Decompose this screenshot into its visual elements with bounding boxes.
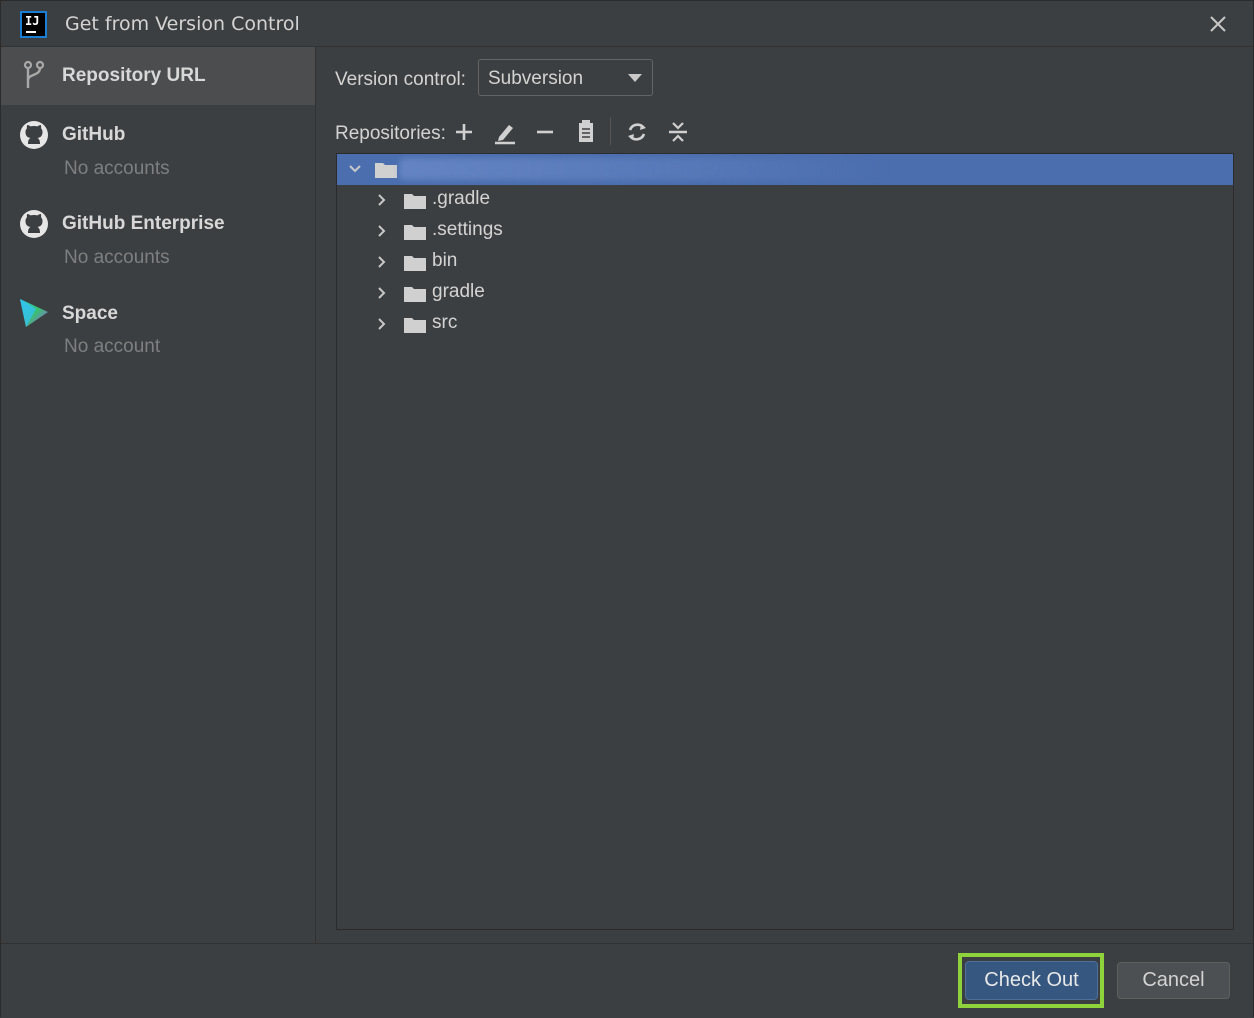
github-icon <box>18 119 50 151</box>
version-control-value: Subversion <box>488 68 584 89</box>
folder-icon <box>404 285 426 302</box>
sidebar-item-repository-url[interactable]: Repository URL <box>1 47 315 105</box>
repositories-label: Repositories: <box>335 123 446 144</box>
version-control-label: Version control: <box>335 69 466 90</box>
sidebar-item-github-enterprise[interactable]: GitHub Enterprise No accounts <box>1 195 315 281</box>
tree-row[interactable]: .gradle <box>337 185 1233 216</box>
sidebar-item-sublabel: No account <box>64 336 161 357</box>
close-icon[interactable] <box>1205 11 1231 37</box>
chevron-right-icon[interactable] <box>374 223 390 239</box>
add-icon[interactable] <box>449 117 479 147</box>
chevron-down-icon[interactable] <box>347 161 363 177</box>
dialog-button-bar: Check Out Cancel <box>1 943 1253 1018</box>
tree-row[interactable]: gradle <box>337 278 1233 309</box>
clipboard-icon[interactable] <box>571 117 601 147</box>
blurred-repository-url <box>399 158 889 180</box>
folder-icon <box>404 316 426 333</box>
title-bar: IJ Get from Version Control <box>1 1 1253 47</box>
space-icon <box>18 297 50 329</box>
remove-icon[interactable] <box>530 117 560 147</box>
sidebar-item-label: Repository URL <box>62 65 206 86</box>
tree-row[interactable]: .settings <box>337 216 1233 247</box>
refresh-icon[interactable] <box>622 117 652 147</box>
check-out-button[interactable]: Check Out <box>965 961 1098 1000</box>
chevron-down-icon <box>628 74 642 82</box>
cancel-button[interactable]: Cancel <box>1117 962 1230 999</box>
chevron-right-icon[interactable] <box>374 316 390 332</box>
toolbar-separator <box>610 117 611 145</box>
branch-icon <box>18 60 50 92</box>
chevron-right-icon[interactable] <box>374 285 390 301</box>
version-control-select[interactable]: Subversion <box>478 59 653 96</box>
app-icon-text: IJ <box>25 14 40 28</box>
sidebar-item-space[interactable]: Space No account <box>1 285 315 369</box>
repository-tree[interactable]: .gradle .settings bin gradle src <box>336 153 1234 930</box>
main-panel: Version control: Subversion Repositories… <box>316 47 1254 943</box>
tree-item-label: src <box>432 312 458 333</box>
tree-item-label: .settings <box>432 219 503 240</box>
dialog-title: Get from Version Control <box>65 13 300 35</box>
sidebar-item-sublabel: No accounts <box>64 158 170 179</box>
chevron-right-icon[interactable] <box>374 254 390 270</box>
tree-item-label: gradle <box>432 281 485 302</box>
tree-item-label: .gradle <box>432 188 491 209</box>
tree-row[interactable]: src <box>337 309 1233 340</box>
tree-row-root[interactable] <box>337 154 1233 185</box>
folder-icon <box>404 254 426 271</box>
intellij-logo-icon: IJ <box>20 11 47 38</box>
chevron-right-icon[interactable] <box>374 192 390 208</box>
sidebar: Repository URL GitHub No accounts GitHub… <box>1 47 316 943</box>
folder-icon <box>404 223 426 240</box>
sidebar-item-sublabel: No accounts <box>64 247 170 268</box>
sidebar-item-label: Space <box>62 303 118 324</box>
folder-icon <box>404 192 426 209</box>
sidebar-item-label: GitHub <box>62 124 126 145</box>
github-icon <box>18 208 50 240</box>
sidebar-item-label: GitHub Enterprise <box>62 213 225 234</box>
edit-icon[interactable] <box>490 117 520 147</box>
sidebar-item-github[interactable]: GitHub No accounts <box>1 107 315 191</box>
dialog-window: IJ Get from Version Control Repository U… <box>0 0 1254 1018</box>
tree-item-label: bin <box>432 250 458 271</box>
folder-icon <box>375 161 397 178</box>
tree-row[interactable]: bin <box>337 247 1233 278</box>
collapse-icon[interactable] <box>663 117 693 147</box>
